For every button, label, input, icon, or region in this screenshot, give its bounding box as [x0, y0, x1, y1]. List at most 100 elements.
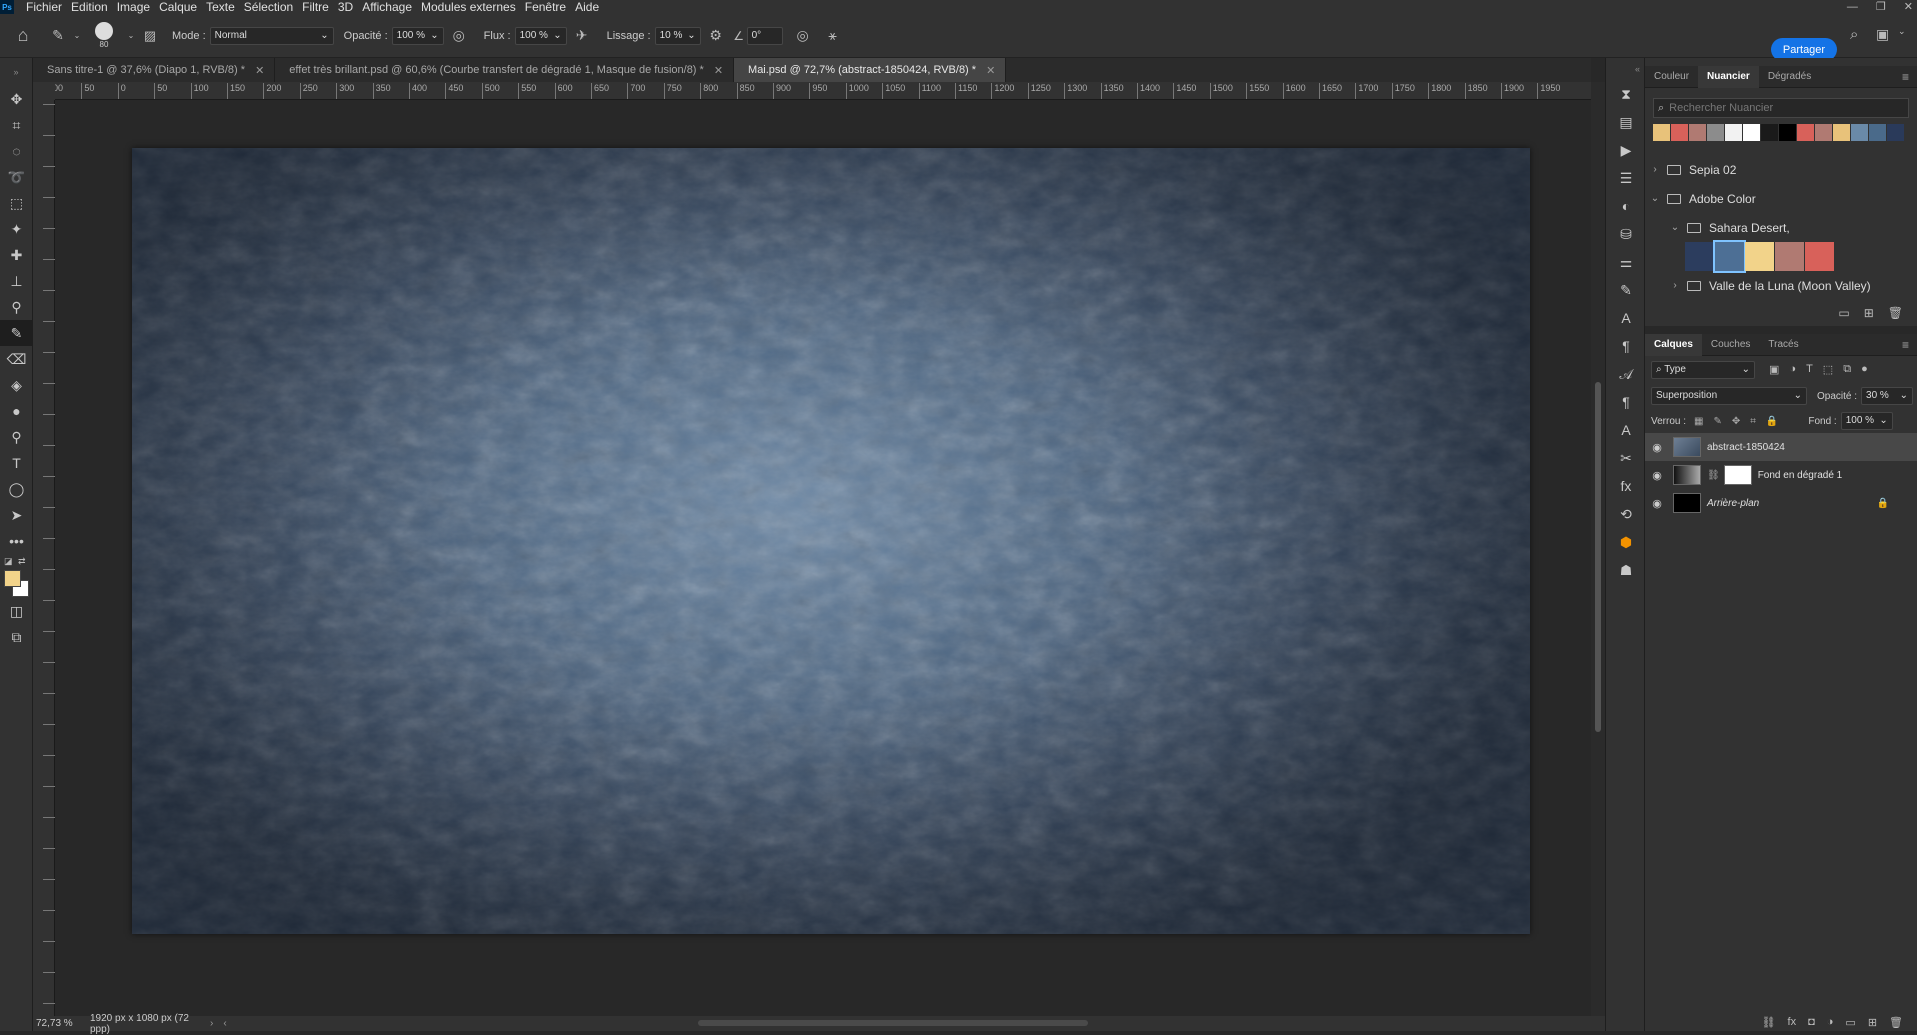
glyphs-icon[interactable]: 𝒜 [1606, 360, 1646, 388]
swatch-chip[interactable] [1761, 124, 1778, 141]
sahara-swatch-chip[interactable] [1713, 240, 1746, 273]
tab-couleur[interactable]: Couleur [1645, 66, 1698, 88]
close-window-icon[interactable]: ✕ [1904, 0, 1913, 14]
swatch-chip[interactable] [1887, 124, 1904, 141]
chevron-left-icon[interactable]: ‹ [223, 1018, 226, 1029]
eye-icon[interactable]: ◉ [1645, 441, 1669, 454]
mask-thumbnail[interactable] [1723, 465, 1752, 485]
magic-wand-icon[interactable]: ✦ [0, 216, 33, 242]
menu-3d[interactable]: 3D [338, 0, 353, 14]
adjustments-icon[interactable]: ☰ [1606, 164, 1646, 192]
swatch-search-input[interactable]: ⌕ Rechercher Nuancier [1653, 98, 1909, 118]
tab-degrades[interactable]: Dégradés [1759, 66, 1820, 88]
layer-filter-select[interactable]: ⌕ Type ⌄ [1651, 360, 1755, 379]
stamp-tool-icon[interactable]: ⊥ [0, 268, 33, 294]
layer-name[interactable]: abstract-1850424 [1707, 442, 1785, 453]
tab-traces[interactable]: Tracés [1759, 334, 1807, 356]
brush-preset-picker[interactable]: 80 [84, 16, 124, 56]
collapse-icon[interactable]: « [1606, 58, 1644, 80]
brush-tool-icon[interactable]: ✎ [46, 27, 70, 44]
trash-icon[interactable]: 🗑 [1888, 306, 1903, 320]
chevron-down-icon[interactable]: ⌄ [1649, 193, 1661, 204]
filter-type-icon[interactable]: T [1806, 363, 1813, 376]
menu-aide[interactable]: Aide [575, 0, 599, 14]
default-colors-icon[interactable]: ◪ [4, 556, 13, 567]
trash-icon[interactable]: 🗑 [1889, 1016, 1903, 1029]
chevron-down-icon[interactable]: ⌄ [1669, 222, 1681, 233]
swatch-chip[interactable] [1689, 124, 1706, 141]
new-group-icon[interactable]: ▭ [1838, 306, 1849, 320]
blend-mode-select[interactable]: Superposition ⌄ [1651, 387, 1807, 405]
fill-field[interactable]: 100 % ⌄ [1840, 412, 1893, 430]
tab-calques[interactable]: Calques [1645, 333, 1702, 356]
brush-tool-icon[interactable]: ✎ [0, 320, 33, 346]
lissage-field[interactable]: 10 % ⌄ [654, 26, 701, 45]
swatch-chip[interactable] [1653, 124, 1670, 141]
color-wheel-icon[interactable]: ◐ [1606, 192, 1646, 220]
opacity-field[interactable]: 100 % ⌄ [391, 26, 444, 45]
close-icon[interactable]: ✕ [714, 64, 723, 77]
lock-position-icon[interactable]: ✥ [1732, 416, 1740, 427]
tab-mai[interactable]: Mai.psd @ 72,7% (abstract-1850424, RVB/8… [734, 58, 1007, 82]
tab-couches[interactable]: Couches [1702, 334, 1759, 356]
lock-artboard-icon[interactable]: ⌗ [1750, 416, 1756, 427]
chevron-right-icon[interactable]: › [1669, 280, 1681, 291]
menu-edition[interactable]: Edition [71, 0, 108, 14]
brushes-icon[interactable]: ✎ [1606, 276, 1646, 304]
chevron-right-icon[interactable]: › [1649, 164, 1661, 175]
chevron-down-icon[interactable]: ⌄ [70, 31, 84, 40]
swatch-chip[interactable] [1743, 124, 1760, 141]
swatch-chip[interactable] [1779, 124, 1796, 141]
lock-all-icon[interactable]: 🔒 [1766, 416, 1778, 427]
pressure-opacity-icon[interactable]: ◎ [444, 27, 474, 44]
canvas-area[interactable] [55, 100, 1591, 1016]
zoom-level[interactable]: 72,73 % [36, 1018, 90, 1029]
character-icon[interactable]: A [1606, 304, 1646, 332]
add-mask-icon[interactable]: ◘ [1808, 1016, 1815, 1028]
menu-calque[interactable]: Calque [159, 0, 197, 14]
layer-opacity-field[interactable]: 30 % ⌄ [1861, 387, 1914, 405]
move-tool-icon[interactable]: ✥ [0, 86, 33, 112]
airbrush-icon[interactable]: ✈ [567, 27, 597, 44]
document-canvas[interactable] [132, 148, 1530, 934]
filter-shape-icon[interactable]: ⬚ [1823, 363, 1833, 376]
character-styles-icon[interactable]: A [1606, 416, 1646, 444]
foreground-color-swatch[interactable] [4, 570, 21, 587]
chevron-right-icon[interactable]: › [210, 1018, 213, 1029]
chevron-down-icon[interactable]: ⌄ [1898, 26, 1906, 37]
crop-tool-icon[interactable]: ⌗ [0, 112, 33, 138]
menu-selection[interactable]: Sélection [244, 0, 293, 14]
chevron-down-icon[interactable]: ⌄ [124, 31, 138, 40]
tab-sans-titre[interactable]: Sans titre-1 @ 37,6% (Diapo 1, RVB/8) * ✕ [33, 58, 276, 82]
swatch-chip[interactable] [1797, 124, 1814, 141]
swatch-group-valle[interactable]: › Valle de la Luna (Moon Valley) [1645, 271, 1917, 300]
flux-field[interactable]: 100 % ⌄ [514, 26, 567, 45]
paragraph-styles-icon[interactable]: ¶ [1606, 388, 1646, 416]
paint-bucket-icon[interactable]: ◈ [0, 372, 33, 398]
new-group-icon[interactable]: ▭ [1845, 1016, 1855, 1029]
clone-source-icon[interactable]: ⛁ [1606, 220, 1646, 248]
sahara-swatch-chip[interactable] [1805, 242, 1834, 271]
healing-brush-icon[interactable]: ✚ [0, 242, 33, 268]
layer-name[interactable]: Fond en dégradé 1 [1758, 470, 1843, 481]
swatch-chip[interactable] [1815, 124, 1832, 141]
tab-nuancier[interactable]: Nuancier [1698, 65, 1759, 88]
plugin-icon[interactable]: ⬢ [1606, 528, 1646, 556]
tab-effet-brillant[interactable]: effet très brillant.psd @ 60,6% (Courbe … [275, 58, 735, 82]
adjustment-layer-icon[interactable]: ◑ [1827, 1016, 1834, 1028]
pressure-size-icon[interactable]: ◎ [783, 27, 823, 44]
eraser-icon[interactable]: ⌫ [0, 346, 33, 372]
sahara-swatch-chip[interactable] [1685, 242, 1714, 271]
close-icon[interactable]: ✕ [986, 64, 995, 77]
vertical-scrollbar[interactable] [1591, 82, 1605, 1016]
tool-presets-icon[interactable]: ✂ [1606, 444, 1646, 472]
layer-name[interactable]: Arrière-plan [1707, 498, 1759, 509]
new-layer-icon[interactable]: ⊞ [1868, 1016, 1877, 1029]
menu-modules-externes[interactable]: Modules externes [421, 0, 516, 14]
ellipse-tool-icon[interactable]: ◯ [0, 476, 33, 502]
fx-icon[interactable]: fx [1788, 1016, 1797, 1028]
filter-pixel-icon[interactable]: ▣ [1769, 363, 1779, 376]
quick-mask-icon[interactable]: ◫ [0, 598, 33, 624]
panel-menu-icon[interactable]: ≡ [1902, 334, 1909, 356]
brush-settings-icon[interactable]: ⚌ [1606, 248, 1646, 276]
